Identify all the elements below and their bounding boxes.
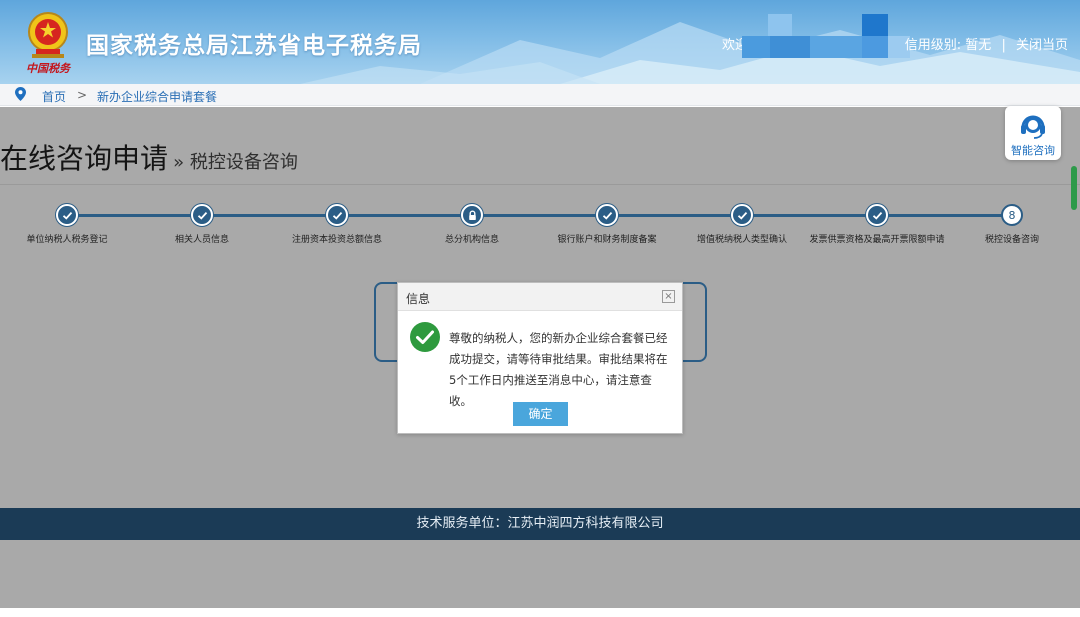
overlay-below-footer [0,540,1080,608]
header-separator: | [1001,38,1006,53]
credit-level-label: 信用级别: [904,38,962,53]
confirm-button[interactable]: 确定 [513,402,568,426]
step-number: 8 [1001,204,1023,226]
page-heading: 在线咨询申请 » 税控设备咨询 [0,137,298,177]
step-item[interactable]: 注册资本投资总额信息 [262,204,412,245]
username-mosaic [768,14,792,36]
step-label: 注册资本投资总额信息 [291,235,382,245]
site-title: 国家税务总局江苏省电子税务局 [86,33,422,59]
step-item[interactable]: 增值税纳税人类型确认 [667,204,817,245]
dialog-message: 尊敬的纳税人，您的新办企业综合套餐已经成功提交，请等待审批结果。审批结果将在5个… [449,331,668,408]
breadcrumb-separator: > [77,88,88,102]
step-item[interactable]: 发票供票资格及最高开票限额申请 [802,204,952,245]
step-label: 相关人员信息 [174,235,229,245]
site-header: 中国税务 国家税务总局江苏省电子税务局 欢迎 信用级别: 暂无 | 关闭当页 [0,0,1080,84]
slogan-logo: 中国税务 [26,62,70,75]
username-mosaic [862,36,888,58]
page-subtitle: » 税控设备咨询 [173,152,298,173]
breadcrumb: 首页 > 新办企业综合申请套餐 [0,84,1080,106]
success-check-icon [410,322,440,352]
check-icon [191,204,213,226]
step-label: 单位纳税人税务登记 [26,235,108,245]
info-dialog: 信息 × 尊敬的纳税人，您的新办企业综合套餐已经成功提交，请等待审批结果。审批结… [397,282,683,434]
headset-icon [1021,115,1045,139]
username-mosaic [810,36,862,58]
page-title: 在线咨询申请 [0,142,169,175]
dialog-header: 信息 × [398,283,682,311]
smart-consult-label: 智能咨询 [1011,144,1055,157]
close-page-link[interactable]: 关闭当页 [1016,38,1068,53]
title-divider [0,184,1080,185]
step-item[interactable]: 相关人员信息 [127,204,277,245]
breadcrumb-current-link[interactable]: 新办企业综合申请套餐 [97,88,217,105]
footer: 技术服务单位：江苏中润四方科技有限公司 [0,508,1080,540]
page-bottom-strip [0,608,1080,617]
step-label: 增值税纳税人类型确认 [696,235,787,245]
header-user-links: 信用级别: 暂无 | 关闭当页 [905,34,1068,53]
step-label: 税控设备咨询 [984,235,1039,245]
username-mosaic [770,36,810,58]
smart-consult-button[interactable]: 智能咨询 [1005,106,1061,160]
scrollbar-thumb[interactable] [1071,166,1077,210]
step-label: 总分机构信息 [444,235,499,245]
username-mosaic [742,36,770,58]
step-item[interactable]: 单位纳税人税务登记 [0,204,142,245]
check-icon [596,204,618,226]
step-label: 银行账户和财务制度备案 [557,235,657,245]
username-mosaic [862,14,888,36]
step-item[interactable]: 总分机构信息 [397,204,547,245]
step-item-current[interactable]: 8 税控设备咨询 [937,204,1080,245]
check-icon [866,204,888,226]
credit-level-value: 暂无 [965,38,992,53]
progress-steps: 单位纳税人税务登记 相关人员信息 注册资本投资总额信息 总分机构信息 银行账户和… [0,204,1080,264]
footer-text: 技术服务单位：江苏中润四方科技有限公司 [416,516,664,531]
step-label: 发票供票资格及最高开票限额申请 [809,235,945,245]
breadcrumb-home-link[interactable]: 首页 [42,88,66,105]
location-pin-icon [15,87,26,101]
check-icon [326,204,348,226]
national-emblem-icon [28,12,68,58]
step-item[interactable]: 银行账户和财务制度备案 [532,204,682,245]
dialog-title: 信息 [406,292,431,306]
check-icon [56,204,78,226]
close-icon[interactable]: × [662,290,675,303]
check-icon [731,204,753,226]
lock-icon [461,204,483,226]
